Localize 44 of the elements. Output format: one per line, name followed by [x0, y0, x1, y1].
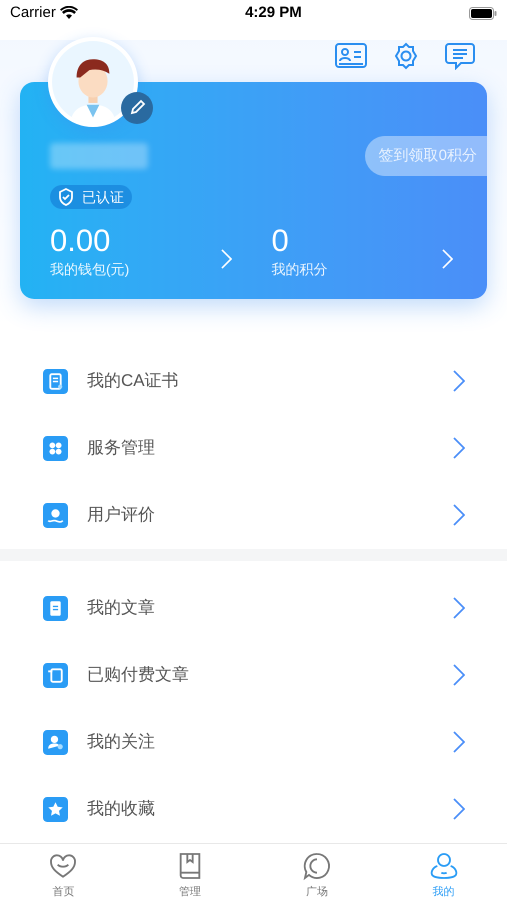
edit-icon[interactable] [121, 92, 153, 124]
chevron-right-icon [453, 370, 465, 392]
stat-value: 0.00 [50, 223, 112, 260]
tab-bar-item[interactable]: 首页 [0, 844, 127, 900]
message-icon[interactable] [445, 42, 475, 70]
chevron-right-icon [453, 731, 465, 753]
stat-value: 0 [272, 223, 290, 260]
clock-time: 4:29 PM [245, 2, 302, 23]
menu-item[interactable]: 服务管理 [0, 414, 507, 482]
tab-bar-item[interactable]: 管理 [126, 844, 254, 900]
chevron-right-icon [453, 664, 465, 686]
chevron-right-icon [453, 597, 465, 619]
chevron-right-icon [453, 798, 465, 820]
menu-item[interactable]: 已购付费文章 [0, 642, 507, 708]
verified-label: 已认证 [82, 188, 124, 207]
menu-item[interactable]: 我的文章 [0, 574, 507, 642]
certificate-icon [43, 368, 68, 394]
id-card-icon[interactable] [335, 43, 367, 70]
carrier-label: Carrier [10, 2, 56, 23]
tab-bar-item[interactable]: 广场 [254, 844, 380, 900]
menu-label: 用户评价 [87, 504, 156, 526]
menu-label: 我的收藏 [87, 798, 156, 820]
person-icon [43, 730, 68, 754]
chevron-right-icon [453, 437, 465, 459]
menu-item[interactable]: 我的关注 [0, 708, 507, 776]
menu-label: 服务管理 [87, 437, 156, 460]
menu-item[interactable]: 我的CA证书 [0, 348, 507, 414]
chevron-right-icon [453, 504, 465, 526]
battery-icon [468, 6, 497, 20]
stat-label: 我的钱包(元) [50, 260, 130, 280]
menu-label: 我的关注 [87, 731, 156, 754]
document-icon [43, 596, 68, 620]
shield-check-icon [58, 188, 74, 206]
menu-label: 我的CA证书 [87, 370, 180, 392]
settings-icon[interactable] [392, 42, 420, 70]
menu-item[interactable]: 我的收藏 [0, 776, 507, 842]
menu-item[interactable]: 用户评价 [0, 482, 507, 548]
menu-label: 我的文章 [87, 597, 156, 620]
stat-label: 我的积分 [272, 260, 328, 280]
grid-icon [43, 436, 68, 460]
wifi-icon [60, 6, 78, 20]
chevron-right-icon [442, 248, 453, 269]
menu-label: 已购付费文章 [87, 664, 190, 686]
chevron-right-icon [220, 248, 232, 269]
